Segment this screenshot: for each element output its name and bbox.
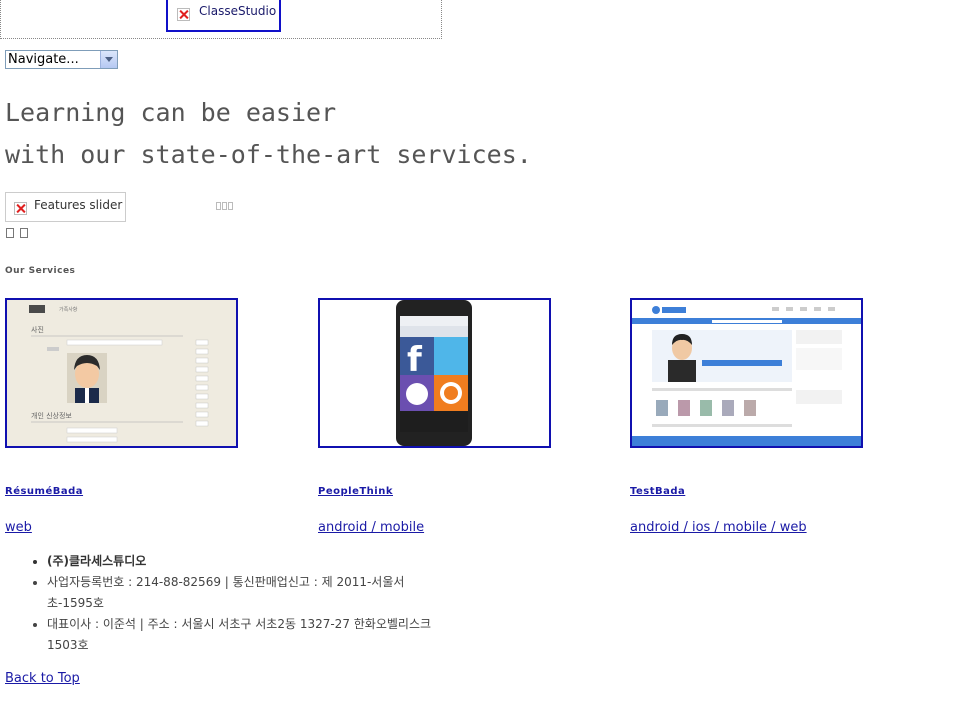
company-info: (주)클라세스튜디오 사업자등록번호 : 214-88-82569 | 통신판매…	[30, 551, 450, 656]
peoplethink-tags[interactable]: android / mobile	[318, 520, 424, 535]
peoplethink-screenshot: f	[320, 300, 549, 446]
hero-line-1: Learning can be easier	[5, 98, 337, 127]
testbada-screenshot	[632, 300, 861, 446]
back-to-top-link[interactable]: Back to Top	[5, 671, 80, 686]
resume-tab-2: 가족사항	[59, 306, 78, 313]
slider-nav[interactable]	[6, 228, 34, 241]
slider-dot[interactable]	[228, 202, 233, 210]
hero-headline: Learning can be easier with our state-of…	[5, 92, 532, 176]
business-registration: 사업자등록번호 : 214-88-82569 | 통신판매업신고 : 제 201…	[47, 572, 450, 614]
resumebada-screenshot: 가족사항 사진 개인 신상정보	[7, 300, 236, 446]
features-slider: Features slider	[5, 192, 126, 222]
testbada-thumbnail[interactable]	[630, 298, 863, 448]
slider-pagination[interactable]	[216, 202, 234, 212]
peoplethink-thumbnail[interactable]: f	[318, 298, 551, 448]
services-heading: Our Services	[5, 266, 76, 276]
svg-text:f: f	[407, 340, 423, 380]
slider-dot[interactable]	[216, 202, 221, 210]
resumebada-tags[interactable]: web	[5, 520, 32, 535]
broken-image-icon	[177, 8, 190, 21]
resumebada-thumbnail[interactable]: 가족사항 사진 개인 신상정보	[5, 298, 238, 448]
navigate-select[interactable]: Navigate...	[5, 50, 118, 69]
navigate-select-value: Navigate...	[8, 52, 79, 67]
testbada-link[interactable]: TestBada	[630, 486, 685, 497]
testbada-tags[interactable]: android / ios / mobile / web	[630, 520, 807, 535]
peoplethink-link[interactable]: PeopleThink	[318, 486, 393, 497]
hero-line-2: with our state-of-the-art services.	[5, 140, 532, 169]
resume-section-info: 개인 신상정보	[31, 411, 72, 420]
broken-image-icon	[14, 202, 27, 215]
features-slider-alt: Features slider	[34, 198, 123, 212]
company-address: 대표이사 : 이준석 | 주소 : 서울시 서초구 서초2동 1327-27 한…	[47, 614, 450, 656]
slider-dot[interactable]	[222, 202, 227, 210]
company-name: (주)클라세스튜디오	[47, 551, 450, 572]
resumebada-link[interactable]: RésuméBada	[5, 486, 83, 497]
slider-prev-icon[interactable]	[6, 228, 14, 238]
logo-alt-text: ClasseStudio	[199, 4, 277, 18]
logo-link[interactable]: ClasseStudio	[166, 0, 281, 32]
slider-next-icon[interactable]	[20, 228, 28, 238]
resume-section-photo: 사진	[31, 325, 44, 334]
chevron-down-icon[interactable]	[100, 51, 117, 68]
